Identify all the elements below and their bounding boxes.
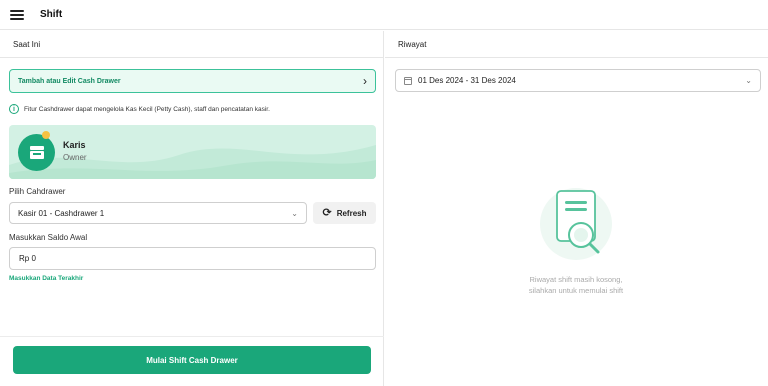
cashdrawer-select[interactable]: Kasir 01 - Cashdrawer 1 ⌄: [9, 202, 307, 224]
saldo-label: Masukkan Saldo Awal: [9, 233, 88, 242]
calendar-icon: [404, 76, 412, 85]
cashdrawer-selected-value: Kasir 01 - Cashdrawer 1: [18, 208, 105, 218]
last-data-link[interactable]: Masukkan Data Terakhir: [9, 275, 83, 282]
profile-role: Owner: [63, 153, 87, 162]
profile-name: Karis: [63, 140, 86, 150]
current-shift-title: Saat Ini: [0, 31, 383, 58]
refresh-button[interactable]: ⟳ Refresh: [313, 202, 376, 224]
chevron-down-icon: ⌄: [745, 76, 752, 85]
info-text: Fitur Cashdrawer dapat mengelola Kas Kec…: [24, 105, 270, 113]
edit-cash-drawer-label: Tambah atau Edit Cash Drawer: [18, 77, 121, 85]
info-icon: i: [9, 104, 19, 114]
history-panel: Riwayat 01 Des 2024 - 31 Des 2024 ⌄ Riwa…: [385, 31, 768, 386]
saldo-input[interactable]: Rp 0: [9, 247, 376, 270]
info-row: i Fitur Cashdrawer dapat mengelola Kas K…: [9, 104, 270, 114]
date-range-select[interactable]: 01 Des 2024 - 31 Des 2024 ⌄: [395, 69, 761, 92]
current-shift-panel: Saat Ini Tambah atau Edit Cash Drawer › …: [0, 31, 384, 386]
document-search-icon: [540, 188, 612, 260]
page-title: Shift: [40, 9, 63, 20]
empty-history-text: Riwayat shift masih kosong, silahkan unt…: [485, 274, 667, 296]
top-bar: Shift: [0, 0, 768, 30]
date-range-value: 01 Des 2024 - 31 Des 2024: [418, 76, 516, 85]
chevron-right-icon: ›: [363, 74, 367, 88]
hamburger-menu-icon[interactable]: [10, 9, 24, 20]
cashdrawer-label: Pilih Cahdrawer: [9, 187, 66, 196]
empty-history-line1: Riwayat shift masih kosong,: [529, 275, 623, 284]
edit-cash-drawer-link[interactable]: Tambah atau Edit Cash Drawer ›: [9, 69, 376, 93]
avatar-badge: [42, 131, 50, 139]
profile-card: Karis Owner: [9, 125, 376, 179]
start-shift-button[interactable]: Mulai Shift Cash Drawer: [13, 346, 371, 374]
history-title: Riwayat: [385, 31, 768, 58]
footer-divider: [0, 336, 384, 337]
profile-wave-decoration: [9, 145, 376, 179]
chevron-down-icon: ⌄: [291, 208, 298, 218]
empty-history-line2: silahkan untuk memulai shift: [528, 286, 624, 295]
refresh-label: Refresh: [336, 208, 367, 218]
saldo-value: Rp 0: [19, 254, 36, 263]
store-avatar-icon: [18, 134, 55, 171]
refresh-icon: ⟳: [322, 206, 332, 219]
